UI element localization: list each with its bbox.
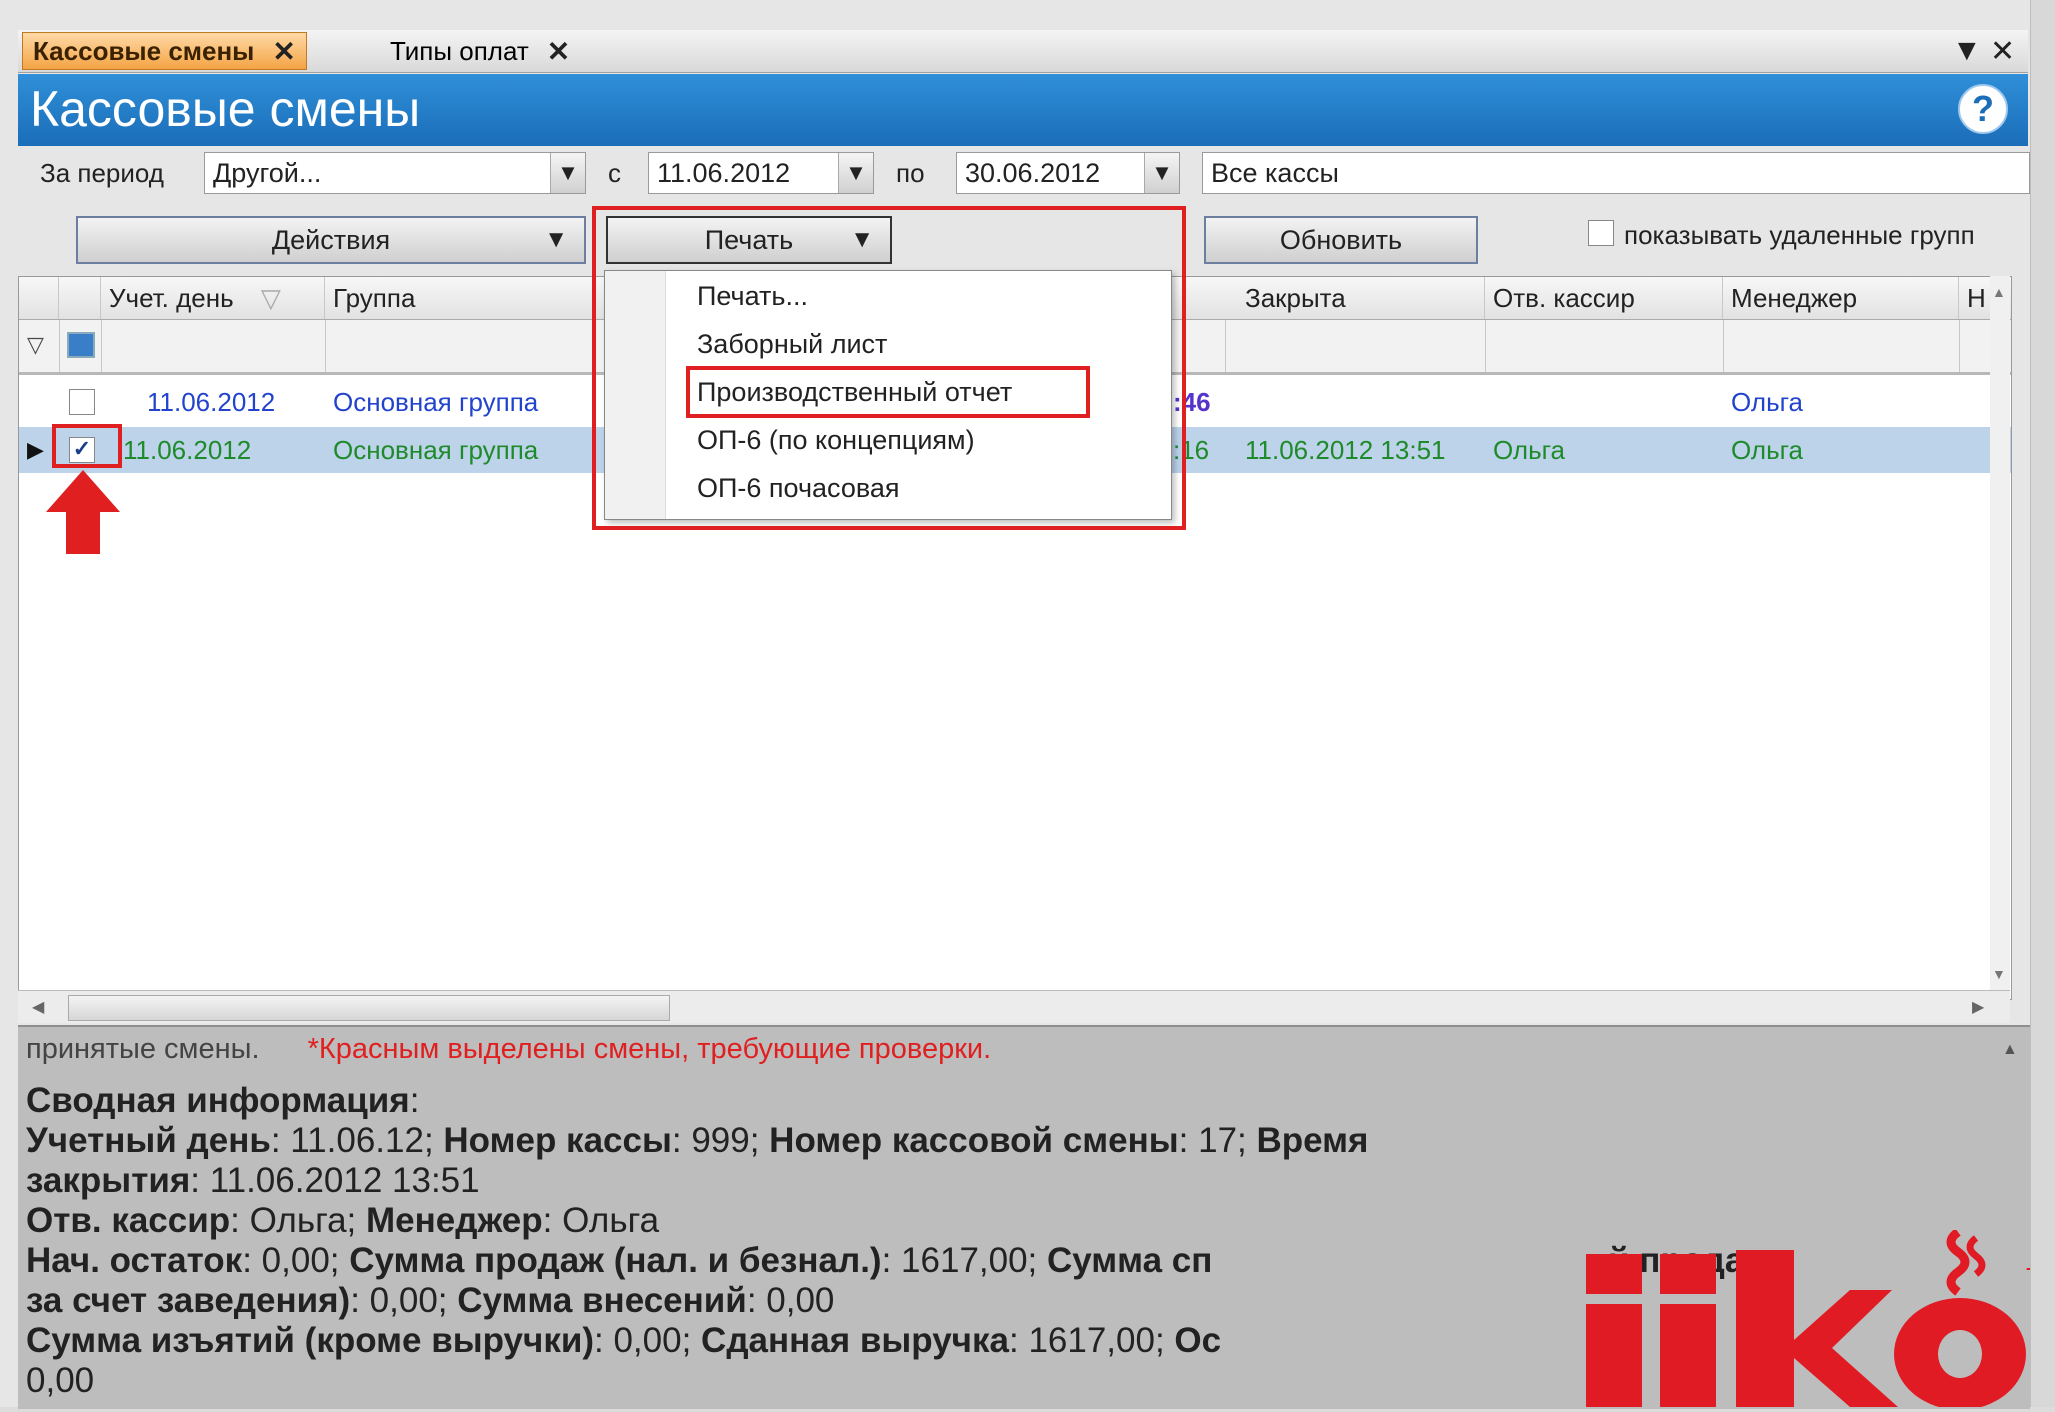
period-select[interactable]: Другой... ▼ [204,152,586,194]
cell-manager: Ольга [1731,387,1804,417]
chevron-down-icon[interactable]: ▼ [1952,34,1982,68]
summary-line: Нач. остаток: 0,00; Сумма продаж (нал. и… [26,1241,1213,1280]
legend-accepted: принятые смены. [26,1033,260,1065]
header-indicator [19,277,59,319]
scroll-down-icon[interactable]: ▼ [1992,966,2006,982]
actions-button[interactable]: Действия ▼ [76,216,586,264]
row-checkbox[interactable] [69,389,95,415]
highlight-row-checkbox [52,424,122,468]
from-label: с [608,158,621,188]
summary-line: Сумма изъятий (кроме выручки): 0,00; Сда… [26,1321,1222,1360]
summary-line: Учетный день: 11.06.12; Номер кассы: 999… [26,1121,1369,1160]
tab-payment-types[interactable]: Типы оплат ✕ [380,32,580,70]
cell-group: Основная группа [333,387,539,417]
cell-group: Основная группа [333,435,539,465]
close-icon[interactable]: ✕ [272,35,295,68]
tab-label: Кассовые смены [33,35,255,66]
date-from-field[interactable]: 11.06.2012 ▼ [648,152,874,194]
chevron-down-icon[interactable]: ▼ [838,153,873,193]
cell-day: 11.06.2012 [147,387,276,417]
summary-heading: Сводная информация: [26,1081,420,1120]
chevron-down-icon: ▼ [544,226,568,253]
date-to-field[interactable]: 30.06.2012 ▼ [956,152,1180,194]
date-from-value: 11.06.2012 [657,158,791,188]
scroll-right-icon[interactable]: ▶ [1972,997,1984,1017]
tab-strip: Кассовые смены ✕ Типы оплат ✕ ▼ ✕ [18,30,2028,73]
header-check [59,277,101,319]
scroll-up-icon[interactable]: ▲ [2002,1041,2018,1059]
iiko-logo: TM [1580,1228,2055,1410]
right-edge [2030,0,2055,1407]
current-row-icon: ▶ [27,437,44,462]
vertical-scrollbar[interactable]: ▲ ▼ [1990,276,2010,990]
header-manager[interactable]: Менеджер [1723,277,1959,319]
legend-line: принятые смены. *Красным выделены смены,… [26,1033,991,1066]
registers-select[interactable]: Все кассы [1202,152,2030,194]
help-icon[interactable]: ? [1958,84,2008,134]
tab-label: Типы оплат [390,35,529,66]
registers-value: Все кассы [1211,158,1339,188]
highlight-production-report [686,366,1090,418]
cell-closed: 11.06.2012 13:51 [1245,435,1446,465]
filter-cell: ▽ [19,320,60,372]
period-label: За период [40,158,164,188]
chevron-down-icon[interactable]: ▼ [1144,153,1179,193]
summary-line: закрытия: 11.06.2012 13:51 [26,1161,480,1200]
filter-icon[interactable]: ▽ [27,332,44,358]
show-deleted-checkbox[interactable] [1588,220,1614,246]
page-title: Кассовые смены [30,81,421,137]
chevron-down-icon[interactable]: ▼ [550,153,585,193]
close-icon[interactable]: ✕ [547,35,570,68]
tab-cash-shifts[interactable]: Кассовые смены ✕ [22,32,307,70]
sort-icon: ▽ [260,283,281,313]
date-to-value: 30.06.2012 [965,158,1101,188]
summary-line: Отв. кассир: Ольга; Менеджер: Ольга [26,1201,660,1240]
period-value: Другой... [213,158,322,188]
legend-red-note: *Красным выделены смены, требующие прове… [307,1033,992,1065]
refresh-button[interactable]: Обновить [1204,216,1478,264]
window: Кассовые смены ✕ Типы оплат ✕ ▼ ✕ Кассов… [0,0,2055,1410]
header-day-label: Учет. день [109,283,234,313]
cell-day: 11.06.2012 [123,435,252,465]
scroll-up-icon[interactable]: ▲ [1992,284,2006,300]
header-cashier[interactable]: Отв. кассир [1485,277,1723,319]
scroll-left-icon[interactable]: ◀ [32,997,44,1017]
header-day[interactable]: Учет. день ▽ [101,277,325,319]
select-all-icon[interactable] [67,332,95,358]
filter-cell[interactable] [1723,320,1960,372]
actions-label: Действия [271,225,391,255]
filter-cell[interactable] [1237,320,1486,372]
cell-cashier: Ольга [1493,435,1566,465]
cell-closed [1237,379,1485,425]
show-deleted-label: показывать удаленные групп [1624,220,1975,250]
cell-cashier [1485,379,1723,425]
summary-line: за счет заведения): 0,00; Сумма внесений… [26,1281,835,1320]
horizontal-scrollbar[interactable]: ◀ ▶ [18,990,2010,1023]
filter-cell[interactable] [1485,320,1724,372]
refresh-label: Обновить [1279,225,1403,255]
filter-cell [59,320,102,372]
header-group[interactable]: Группа [325,277,625,319]
cell-manager: Ольга [1731,435,1804,465]
close-panel-icon[interactable]: ✕ [1990,34,2015,69]
red-arrow-icon [46,470,120,554]
filter-cell[interactable] [101,320,326,372]
scrollbar-thumb[interactable] [68,995,670,1021]
iiko-logo-mark: TM [1586,1228,2055,1410]
header-closed[interactable]: Закрыта [1237,277,1485,319]
summary-line: 0,00 [26,1361,95,1400]
to-label: по [896,158,925,188]
page-header: Кассовые смены ? [18,74,2028,146]
